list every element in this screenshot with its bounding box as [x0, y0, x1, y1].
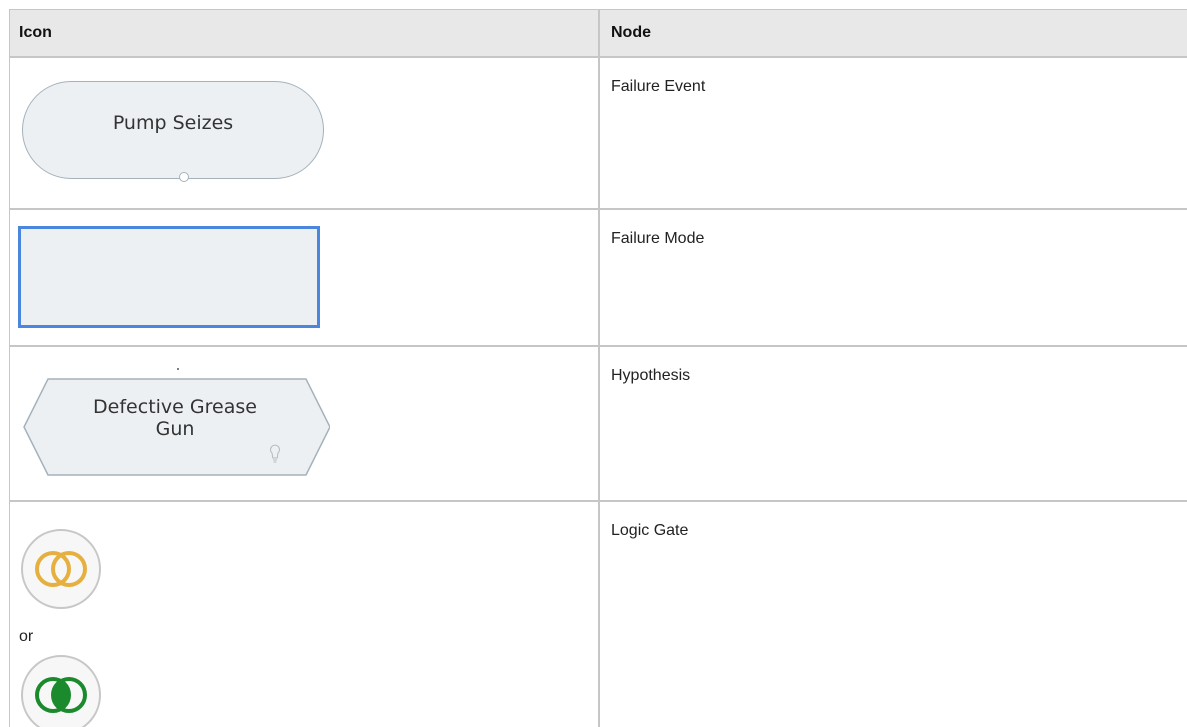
column-divider [598, 10, 600, 727]
and-gate-icon [21, 655, 101, 727]
node-name-failure-event: Failure Event [611, 78, 706, 95]
hypothesis-node-icon: Defective Grease Gun [20, 365, 331, 485]
node-name-failure-mode: Failure Mode [611, 230, 705, 247]
hypothesis-node-label: Defective Grease Gun [20, 396, 330, 440]
hypothesis-label-line-1: Defective Grease [93, 396, 257, 418]
node-name-logic-gate: Logic Gate [611, 522, 689, 539]
or-gate-icon [21, 529, 101, 609]
connector-port-icon [179, 172, 189, 182]
hypothesis-label-line-2: Gun [155, 418, 195, 440]
or-separator-text: or [19, 628, 34, 645]
header-icon-column: Icon [19, 24, 52, 41]
header-node-column: Node [611, 24, 651, 41]
failure-event-node-icon: Pump Seizes [22, 81, 324, 182]
node-icon-table: Icon Node Pump Seizes Failure Event Fail… [9, 9, 1187, 727]
failure-event-node-label: Pump Seizes [112, 112, 234, 134]
node-name-hypothesis: Hypothesis [611, 367, 691, 384]
failure-mode-node-icon [18, 226, 320, 328]
